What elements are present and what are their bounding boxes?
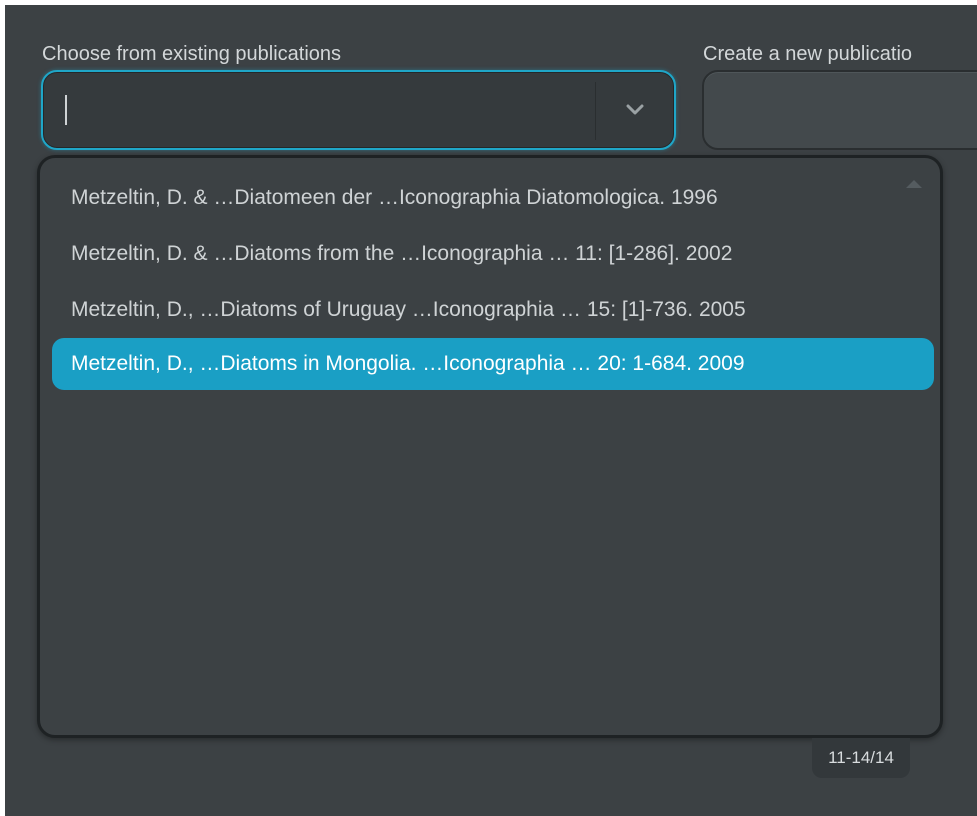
publication-option[interactable]: Metzeltin, D., …Diatoms of Uruguay …Icon… — [52, 284, 934, 336]
publication-option-selected[interactable]: Metzeltin, D., …Diatoms in Mongolia. …Ic… — [52, 338, 934, 390]
chevron-down-icon — [626, 104, 644, 115]
create-publication-button[interactable] — [702, 70, 977, 150]
publication-chooser-panel: Choose from existing publications Create… — [5, 5, 977, 816]
publication-option[interactable]: Metzeltin, D. & …Diatoms from the …Icono… — [52, 228, 934, 280]
publication-dropdown-list: Metzeltin, D. & …Diatomeen der …Iconogra… — [37, 155, 943, 738]
dropdown-toggle-button[interactable] — [596, 72, 674, 148]
publication-option[interactable]: Metzeltin, D. & …Diatomeen der …Iconogra… — [52, 172, 934, 224]
publication-search-input[interactable] — [57, 86, 594, 134]
text-caret — [65, 95, 67, 125]
publication-combobox[interactable] — [41, 70, 676, 150]
match-counter: 11-14/14 — [812, 738, 910, 778]
choose-existing-label: Choose from existing publications — [42, 43, 342, 65]
create-new-label: Create a new publicatio — [703, 43, 913, 65]
